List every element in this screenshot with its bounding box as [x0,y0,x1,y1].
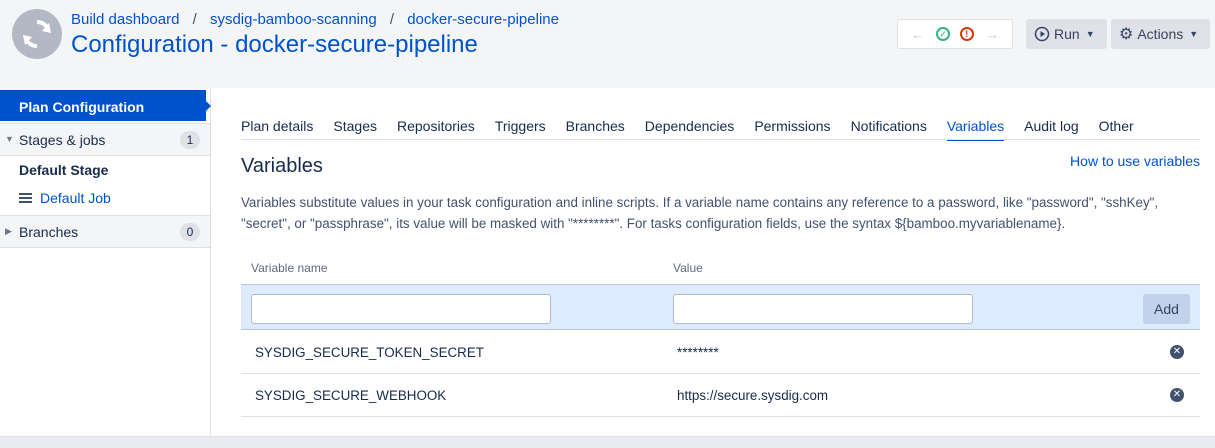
sidebar-item-label: Stages & jobs [19,132,106,148]
sidebar-item-branches[interactable]: ▶ Branches 0 [0,215,210,248]
tab-plan-details[interactable]: Plan details [241,118,313,141]
tab-permissions[interactable]: Permissions [754,118,830,141]
arrow-left-icon[interactable]: ← [909,25,927,43]
sidebar-item-plan-configuration[interactable]: Plan Configuration [0,90,211,121]
run-button-label: Run [1054,26,1080,42]
breadcrumb: Build dashboard / sysdig-bamboo-scanning… [71,11,559,28]
tab-stages[interactable]: Stages [333,118,377,141]
failure-exclamation-icon[interactable]: ! [959,27,974,41]
delete-icon[interactable]: ✕ [1170,388,1184,402]
sidebar-item-default-job[interactable]: Default Job [19,190,111,206]
section-title: Variables [241,155,323,177]
variable-value-input[interactable] [673,294,973,324]
variable-value[interactable]: ******** [677,345,719,360]
play-circle-icon [1034,26,1050,42]
column-header-name: Variable name [251,261,328,275]
tab-repositories[interactable]: Repositories [397,118,475,141]
table-row: SYSDIG_SECURE_TOKEN_SECRET ******** ✕ [241,331,1200,374]
count-badge: 1 [180,131,200,149]
column-header-value: Value [673,261,703,275]
sidebar-item-stages-jobs[interactable]: ▼ Stages & jobs 1 [0,123,210,156]
help-link[interactable]: How to use variables [1070,153,1200,169]
tab-other[interactable]: Other [1099,118,1134,141]
success-check-icon[interactable]: ✓ [936,27,951,41]
list-icon [19,191,32,205]
delete-icon[interactable]: ✕ [1170,345,1184,359]
breadcrumb-build-dashboard[interactable]: Build dashboard [71,11,179,28]
tab-branches[interactable]: Branches [566,118,625,141]
sidebar-item-label: Branches [19,224,79,240]
caret-down-icon[interactable]: ▼ [5,134,14,144]
add-variable-row: Add [241,284,1200,330]
caret-right-icon[interactable]: ▶ [5,226,12,237]
sidebar: Plan Configuration ▼ Stages & jobs 1 Def… [0,88,211,436]
count-badge: 0 [180,223,200,241]
tab-notifications[interactable]: Notifications [851,118,927,141]
tab-dependencies[interactable]: Dependencies [645,118,735,141]
actions-button[interactable]: ⚙ Actions ▼ [1111,19,1210,49]
breadcrumb-separator: / [389,11,395,28]
tab-variables[interactable]: Variables [946,118,1005,141]
variable-value[interactable]: https://secure.sysdig.com [677,388,828,403]
tabs-divider [241,139,1200,140]
actions-button-label: Actions [1137,26,1184,42]
variable-name-input[interactable] [251,294,551,324]
page-title: Configuration - docker-secure-pipeline [71,31,478,58]
plan-refresh-icon [12,9,62,59]
breadcrumb-plan[interactable]: docker-secure-pipeline [407,11,559,28]
section-description: Variables substitute values in your task… [241,195,1159,231]
breadcrumb-project[interactable]: sysdig-bamboo-scanning [210,11,377,28]
arrow-right-icon[interactable]: → [983,25,1001,43]
build-navigation: ← ✓ ! → [897,19,1013,49]
main-content: Plan details Stages Repositories Trigger… [211,88,1215,436]
config-tabs: Plan details Stages Repositories Trigger… [241,118,1154,141]
add-button[interactable]: Add [1143,294,1190,324]
variable-name: SYSDIG_SECURE_WEBHOOK [255,388,447,403]
run-button[interactable]: Run ▼ [1026,19,1107,49]
tab-audit-log[interactable]: Audit log [1024,118,1078,141]
breadcrumb-separator: / [192,11,197,28]
tab-triggers[interactable]: Triggers [495,118,546,141]
variable-name: SYSDIG_SECURE_TOKEN_SECRET [255,345,484,360]
chevron-down-icon: ▼ [1085,29,1095,39]
sidebar-item-label: Default Job [40,190,111,206]
chevron-down-icon: ▼ [1189,29,1199,39]
page-header: Build dashboard / sysdig-bamboo-scanning… [0,0,1215,88]
table-row: SYSDIG_SECURE_WEBHOOK https://secure.sys… [241,374,1200,417]
gear-icon: ⚙ [1119,26,1134,43]
sidebar-item-default-stage[interactable]: Default Stage [19,162,108,178]
footer-bar [0,436,1215,448]
